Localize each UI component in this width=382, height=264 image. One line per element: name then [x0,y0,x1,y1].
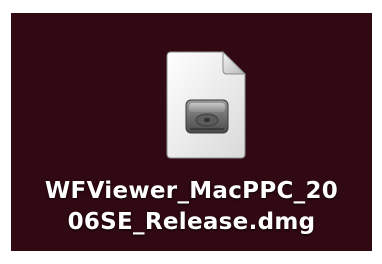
disk-image-icon[interactable] [165,50,249,160]
desktop[interactable]: WFViewer_MacPPC_20 06SE_Release.dmg [11,13,372,251]
desktop-file-item[interactable]: WFViewer_MacPPC_20 06SE_Release.dmg [11,13,372,251]
file-name-line-2: 06SE_Release.dmg [67,209,316,235]
file-name-label[interactable]: WFViewer_MacPPC_20 06SE_Release.dmg [11,176,372,238]
file-name-line-1: WFViewer_MacPPC_20 [44,178,339,204]
